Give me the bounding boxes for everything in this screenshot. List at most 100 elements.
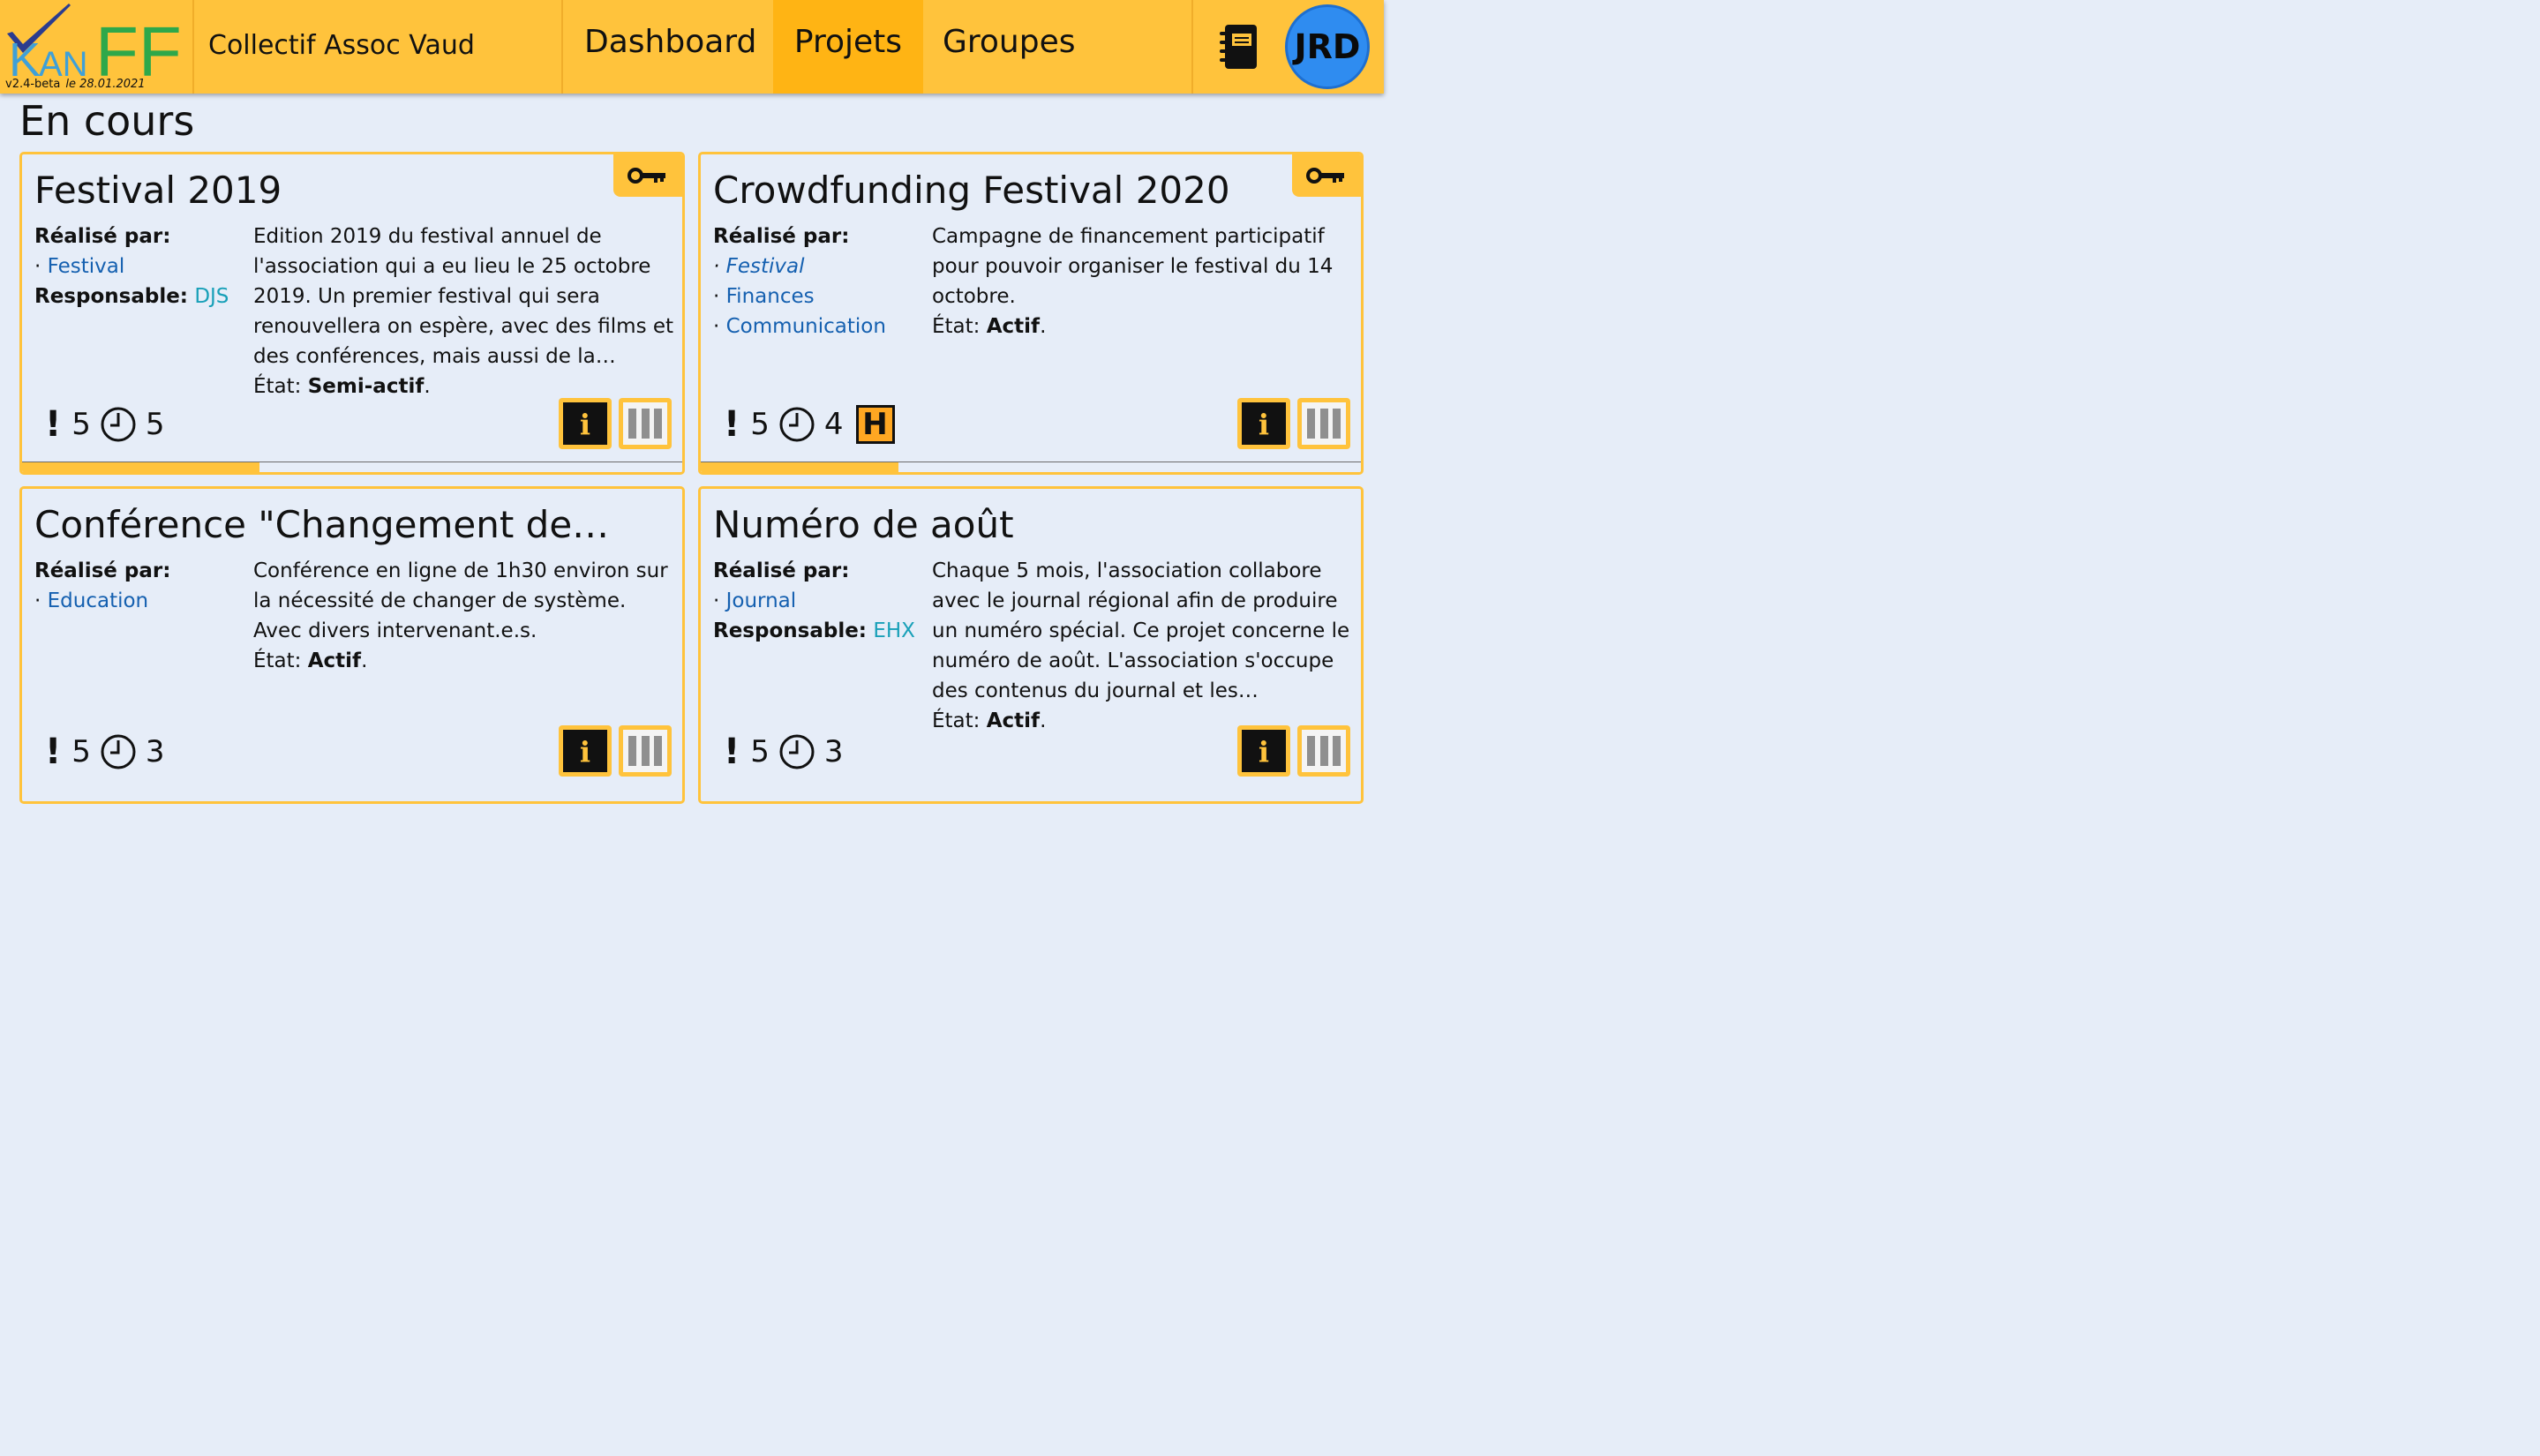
kanban-icon bbox=[1302, 730, 1346, 772]
project-title[interactable]: Numéro de août bbox=[713, 503, 1014, 546]
info-icon: i bbox=[563, 730, 607, 772]
urgent-count: 3 bbox=[823, 734, 844, 769]
kanban-icon bbox=[623, 402, 667, 445]
project-meta: Réalisé par: · Festival Responsable: DJS bbox=[34, 221, 246, 311]
nav-divider bbox=[561, 0, 563, 94]
version-label: v2.4-beta le 28.01.2021 bbox=[5, 78, 146, 91]
info-icon: i bbox=[1242, 730, 1286, 772]
important-count: 5 bbox=[71, 407, 91, 442]
project-card[interactable]: Crowdfunding Festival 2020 Réalisé par: … bbox=[698, 152, 1364, 475]
project-meta: Réalisé par: · Education bbox=[34, 556, 246, 616]
team-name[interactable]: Festival bbox=[726, 255, 805, 278]
state-value: Actif bbox=[307, 649, 362, 672]
project-meta: Réalisé par: · Festival · Finances · Com… bbox=[713, 221, 925, 341]
info-icon: i bbox=[563, 402, 607, 445]
task-stats: ! 5 3 bbox=[45, 731, 174, 773]
info-button[interactable]: i bbox=[559, 398, 612, 449]
kanban-button[interactable] bbox=[1297, 398, 1350, 449]
realise-par-label: Réalisé par: bbox=[34, 225, 171, 248]
user-avatar[interactable]: JRD bbox=[1285, 4, 1370, 89]
key-icon bbox=[627, 168, 665, 184]
version-number: v2.4-beta bbox=[5, 78, 61, 91]
responsable-label: Responsable: bbox=[34, 285, 188, 308]
team-name[interactable]: Communication bbox=[726, 315, 886, 338]
project-meta: Réalisé par: · Journal Responsable: EHX bbox=[713, 556, 925, 646]
clock-icon bbox=[101, 734, 136, 769]
top-navbar: K AN FF v2.4-beta le 28.01.2021 Collectif… bbox=[0, 0, 1384, 94]
etat-label: État: bbox=[932, 315, 981, 338]
team-name[interactable]: Education bbox=[48, 589, 149, 612]
project-title[interactable]: Conférence "Changement de… bbox=[34, 503, 609, 546]
h-badge: H bbox=[855, 405, 895, 444]
key-icon bbox=[1306, 168, 1344, 184]
kanban-button[interactable] bbox=[619, 398, 672, 449]
task-stats: ! 5 5 bbox=[45, 403, 174, 446]
kanban-icon bbox=[623, 730, 667, 772]
project-card[interactable]: Conférence "Changement de… Réalisé par: … bbox=[19, 486, 685, 804]
responsable-value[interactable]: DJS bbox=[194, 285, 229, 308]
task-stats: ! 5 4 H bbox=[724, 403, 895, 446]
clock-icon bbox=[101, 407, 136, 442]
etat-label: État: bbox=[253, 375, 302, 398]
clock-icon bbox=[779, 407, 815, 442]
important-count: 5 bbox=[750, 407, 770, 442]
urgent-count: 4 bbox=[823, 407, 844, 442]
version-date: le 28.01.2021 bbox=[65, 78, 146, 91]
responsable-label: Responsable: bbox=[713, 619, 867, 642]
description-text: Chaque 5 mois, l'association collabore a… bbox=[932, 559, 1350, 702]
nav-groupes[interactable]: Groupes bbox=[923, 0, 1095, 94]
key-badge bbox=[613, 154, 682, 197]
project-card[interactable]: Festival 2019 Réalisé par: · Festival Re… bbox=[19, 152, 685, 475]
state-value: Actif bbox=[986, 315, 1041, 338]
info-icon: i bbox=[1242, 402, 1286, 445]
description-text: Campagne de financement participatif pou… bbox=[932, 225, 1334, 308]
kanban-button[interactable] bbox=[619, 725, 672, 777]
team-link[interactable]: · Journal bbox=[713, 586, 925, 616]
project-description: Campagne de financement participatif pou… bbox=[932, 225, 1334, 338]
info-button[interactable]: i bbox=[1237, 725, 1290, 777]
urgent-count: 5 bbox=[145, 407, 165, 442]
section-title: En cours bbox=[19, 97, 195, 145]
team-link[interactable]: · Finances bbox=[713, 281, 925, 311]
nav-divider bbox=[1191, 0, 1193, 94]
bullet: · bbox=[713, 315, 720, 338]
app-logo[interactable]: K AN FF v2.4-beta le 28.01.2021 bbox=[0, 0, 194, 94]
kanff-logo-icon: K AN FF bbox=[7, 4, 182, 79]
team-link[interactable]: · Communication bbox=[713, 311, 925, 341]
description-text: Conférence en ligne de 1h30 environ sur … bbox=[253, 559, 668, 642]
project-description: Conférence en ligne de 1h30 environ sur … bbox=[253, 559, 668, 672]
responsable-value[interactable]: EHX bbox=[873, 619, 915, 642]
state-value: Semi-actif bbox=[307, 375, 425, 398]
team-link[interactable]: · Festival bbox=[34, 251, 246, 281]
info-button[interactable]: i bbox=[1237, 398, 1290, 449]
bullet: · bbox=[34, 589, 41, 612]
realise-par-label: Réalisé par: bbox=[713, 225, 850, 248]
realise-par-label: Réalisé par: bbox=[713, 559, 850, 582]
progress-bar bbox=[22, 462, 682, 472]
exclamation-icon: ! bbox=[45, 732, 62, 772]
notebook-icon[interactable] bbox=[1218, 23, 1260, 71]
nav-dashboard[interactable]: Dashboard bbox=[565, 0, 776, 94]
kanban-icon bbox=[1302, 402, 1346, 445]
svg-text:K: K bbox=[9, 34, 41, 79]
info-button[interactable]: i bbox=[559, 725, 612, 777]
important-count: 5 bbox=[750, 734, 770, 769]
team-link[interactable]: · Festival bbox=[713, 251, 925, 281]
team-link[interactable]: · Education bbox=[34, 586, 246, 616]
nav-projets[interactable]: Projets bbox=[773, 0, 923, 94]
project-card[interactable]: Numéro de août Réalisé par: · Journal Re… bbox=[698, 486, 1364, 804]
organization-name: Collectif Assoc Vaud bbox=[208, 30, 475, 61]
urgent-count: 3 bbox=[145, 734, 165, 769]
team-name[interactable]: Finances bbox=[726, 285, 815, 308]
team-name[interactable]: Journal bbox=[726, 589, 797, 612]
bullet: · bbox=[713, 589, 720, 612]
project-title[interactable]: Festival 2019 bbox=[34, 169, 282, 212]
exclamation-icon: ! bbox=[45, 404, 62, 445]
important-count: 5 bbox=[71, 734, 91, 769]
project-title[interactable]: Crowdfunding Festival 2020 bbox=[713, 169, 1230, 212]
team-name[interactable]: Festival bbox=[48, 255, 125, 278]
progress-bar bbox=[701, 462, 1361, 472]
task-stats: ! 5 3 bbox=[724, 731, 853, 773]
progress-fill bbox=[22, 462, 260, 472]
kanban-button[interactable] bbox=[1297, 725, 1350, 777]
